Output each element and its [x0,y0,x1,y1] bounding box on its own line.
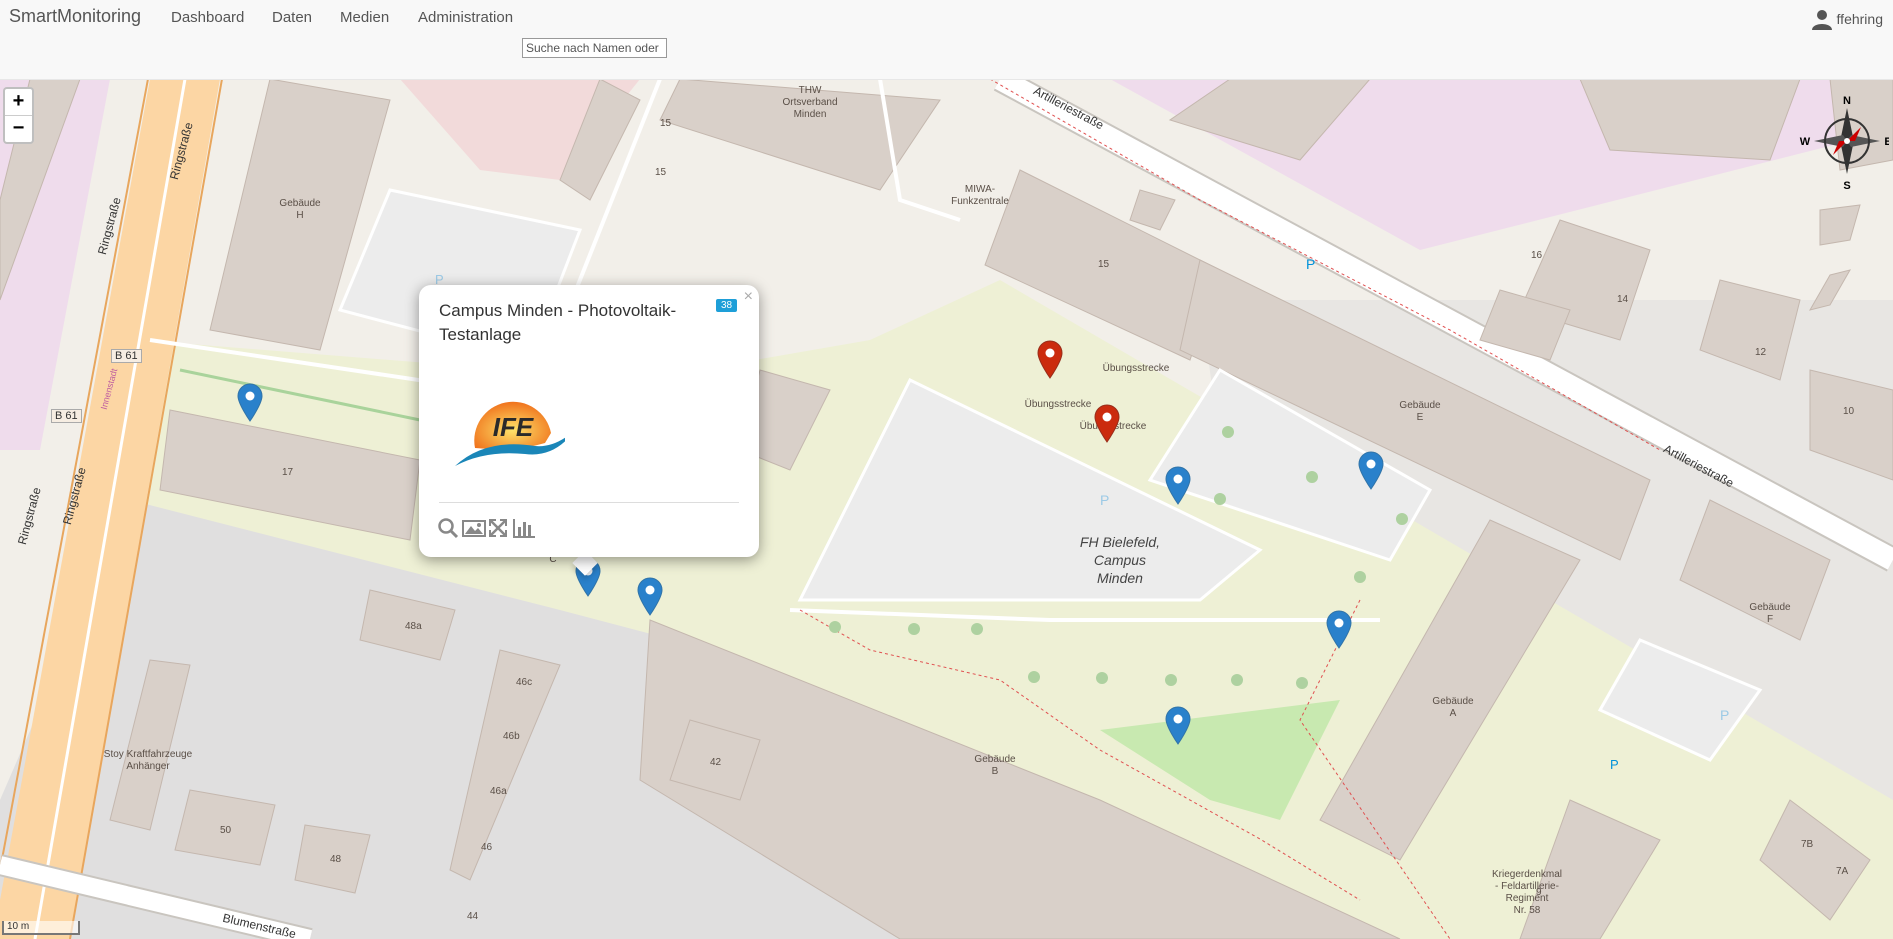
label-n46b: 46b [503,731,520,742]
label-gebaeude-a: Gebäude A [1432,696,1474,719]
parking-icon: P [1610,757,1619,772]
zoom-control: + − [3,87,34,144]
label-uebung2: Übungsstrecke [1024,399,1092,410]
label-n7a: 7A [1836,866,1849,877]
logo-text: IFE [493,412,534,442]
map-marker-blue[interactable] [1164,465,1192,505]
label-n48a: 48a [405,621,422,632]
label-thw: THW Ortsverband Minden [782,85,838,120]
label-n50: 50 [220,825,232,836]
image-icon[interactable] [462,517,486,539]
parking-icon: P [1720,707,1730,723]
nav-dashboard[interactable]: Dashboard [171,9,244,26]
username: ffehring [1836,11,1883,27]
label-uebung1: Übungsstrecke [1102,363,1170,374]
map-marker-red[interactable] [1093,403,1121,443]
label-n46a: 46a [490,786,507,797]
label-n14: 14 [1617,294,1629,305]
label-gebaeude-b: Gebäude B [974,754,1016,777]
station-popup: × Campus Minden - Photovoltaik-Testanlag… [419,285,759,557]
label-n44: 44 [467,911,479,922]
label-n10: 10 [1843,406,1855,417]
scale-bar: 10 m [2,921,80,935]
popup-badge: 38 [716,299,738,312]
label-n17: 17 [282,467,294,478]
ife-logo: IFE [455,401,565,466]
map-marker-blue[interactable] [636,576,664,616]
compass-s: S [1843,180,1850,190]
popup-toolbar [437,517,535,539]
label-n16: 16 [1531,250,1543,261]
parking-icon: P [1100,492,1110,508]
label-gebaeude-h: Gebäude H [279,198,321,221]
map-canvas[interactable]: THW Ortsverband Minden MIWA- Funkzentral… [0,79,1893,939]
label-n48: 48 [330,854,342,865]
label-miwa: MIWA- Funkzentrale [951,184,1009,207]
map-marker-blue[interactable] [1357,450,1385,490]
user-icon [1811,10,1832,30]
map-marker-blue[interactable] [1164,705,1192,745]
map-marker-red[interactable] [1036,339,1064,379]
label-kriegerdenkmal: Kriegerdenkmal - Feldartillerie- Regimen… [1491,869,1563,916]
nav-medien[interactable]: Medien [340,9,389,26]
popup-close-button[interactable]: × [744,288,753,306]
map-marker-blue[interactable] [1325,609,1353,649]
navbar: SmartMonitoring Dashboard Daten Medien A… [0,0,1893,80]
zoom-in-button[interactable]: + [5,89,32,116]
expand-icon[interactable] [487,517,509,539]
parking-icon: P [1306,256,1316,272]
compass-w: W [1800,136,1811,148]
nav-administration[interactable]: Administration [418,9,513,26]
label-n46c: 46c [516,677,533,688]
popup-divider [439,502,739,503]
label-n15a: 15 [660,118,672,129]
search-input[interactable] [522,38,667,58]
label-n42: 42 [710,757,722,768]
label-n12: 12 [1755,347,1767,358]
compass-n: N [1843,95,1851,107]
route-b61: B 61 [111,349,142,363]
label-n7b: 7B [1801,839,1814,850]
label-n46: 46 [481,842,493,853]
map-marker-blue[interactable] [236,382,264,422]
label-n15b: 15 [655,167,667,178]
search-icon[interactable] [437,517,459,539]
route-b61: B 61 [51,409,82,423]
label-campus: FH Bielefeld, Campus Minden [1079,534,1161,586]
label-stoy: Stoy Kraftfahrzeuge Anhänger [103,749,193,772]
label-gebaeude-e: Gebäude E [1399,400,1441,423]
compass-rose-icon: N S W E [1800,95,1889,190]
nav-daten[interactable]: Daten [272,9,312,26]
compass-e: E [1884,136,1889,148]
chart-icon[interactable] [512,517,535,539]
brand[interactable]: SmartMonitoring [9,6,141,27]
label-gebaeude-f: Gebäude F [1749,602,1791,625]
label-n9: 9 [1536,887,1542,898]
label-n15c: 15 [1098,259,1110,270]
user-menu[interactable]: ffehring [1811,8,1883,30]
zoom-out-button[interactable]: − [5,116,32,142]
popup-title: Campus Minden - Photovoltaik-Testanlage [439,301,677,344]
